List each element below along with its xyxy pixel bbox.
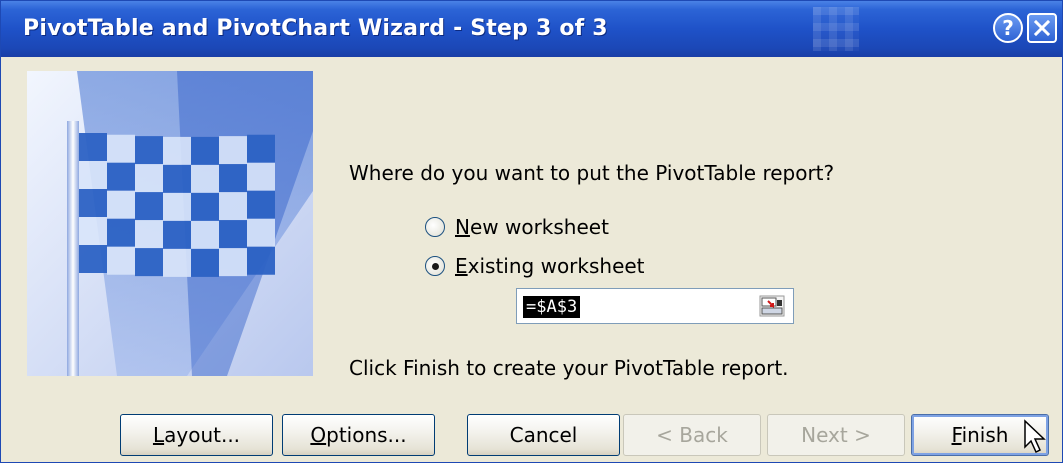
options-button[interactable]: Options... (282, 414, 435, 456)
flag-square (247, 190, 275, 219)
flag-square (163, 220, 191, 249)
layout-label-rest: ayout... (164, 423, 241, 447)
flag-square (163, 248, 191, 277)
collapse-dialog-icon[interactable] (759, 295, 785, 317)
close-button[interactable] (1027, 13, 1057, 43)
layout-button[interactable]: Layout... (120, 414, 273, 456)
flag-square (191, 248, 219, 277)
flag-square (79, 133, 107, 161)
existing-worksheet-label-rest: xisting worksheet (467, 254, 645, 278)
existing-worksheet-radio[interactable] (425, 256, 445, 276)
finish-flag-illustration (27, 71, 313, 376)
flag-square (219, 136, 247, 165)
flag-square (107, 162, 135, 191)
flag-square (135, 248, 163, 277)
options-label-rest: ptions... (326, 423, 407, 447)
new-worksheet-radio[interactable] (425, 217, 445, 237)
new-worksheet-label[interactable]: New worksheet (455, 215, 609, 239)
flag-square (247, 134, 275, 163)
next-button[interactable]: Next > (767, 414, 905, 456)
existing-worksheet-label[interactable]: Existing worksheet (455, 254, 645, 278)
pivot-wizard-dialog: PivotTable and PivotChart Wizard - Step … (0, 0, 1063, 463)
location-reference-input[interactable]: =$A$3 (516, 288, 794, 324)
flag-square (191, 220, 219, 249)
flag-square (219, 220, 247, 249)
close-icon (1033, 19, 1051, 37)
new-worksheet-label-rest: ew worksheet (469, 215, 609, 239)
reference-value[interactable]: =$A$3 (523, 296, 581, 318)
checkered-flag-icon (27, 71, 313, 376)
title-decoration (813, 7, 859, 51)
placement-question: Where do you want to put the PivotTable … (349, 161, 835, 185)
flag-square (163, 136, 191, 165)
flag-square (247, 246, 275, 275)
flag-square (219, 164, 247, 193)
back-button[interactable]: < Back (623, 414, 761, 456)
flag-square (163, 192, 191, 221)
flag-square (107, 218, 135, 247)
flag-square (107, 190, 135, 219)
mouse-cursor-icon (1024, 419, 1046, 454)
flag-square (79, 161, 107, 189)
flag-square (191, 136, 219, 165)
cancel-button[interactable]: Cancel (467, 414, 620, 456)
window-title: PivotTable and PivotChart Wizard - Step … (23, 16, 608, 41)
new-worksheet-option[interactable]: New worksheet (425, 213, 609, 241)
finish-instruction: Click Finish to create your PivotTable r… (349, 356, 789, 380)
flag-square (191, 192, 219, 221)
flag-square (107, 246, 135, 275)
flag-square (135, 192, 163, 221)
flag-square (219, 192, 247, 221)
existing-worksheet-option[interactable]: Existing worksheet (425, 252, 645, 280)
flag-square (163, 164, 191, 193)
title-bar[interactable]: PivotTable and PivotChart Wizard - Step … (1, 1, 1062, 57)
flag-square (135, 164, 163, 193)
flag-square (135, 220, 163, 249)
flag-square (219, 248, 247, 277)
finish-label-rest: inish (961, 423, 1009, 447)
flag-square (79, 245, 107, 273)
flag-square (191, 164, 219, 193)
flag-square (107, 134, 135, 163)
help-button[interactable]: ? (993, 13, 1023, 43)
flag-square (247, 162, 275, 191)
flag-square (79, 217, 107, 245)
help-icon: ? (1002, 16, 1014, 40)
flag-square (135, 136, 163, 165)
flag-square (247, 218, 275, 247)
flag-square (79, 189, 107, 217)
